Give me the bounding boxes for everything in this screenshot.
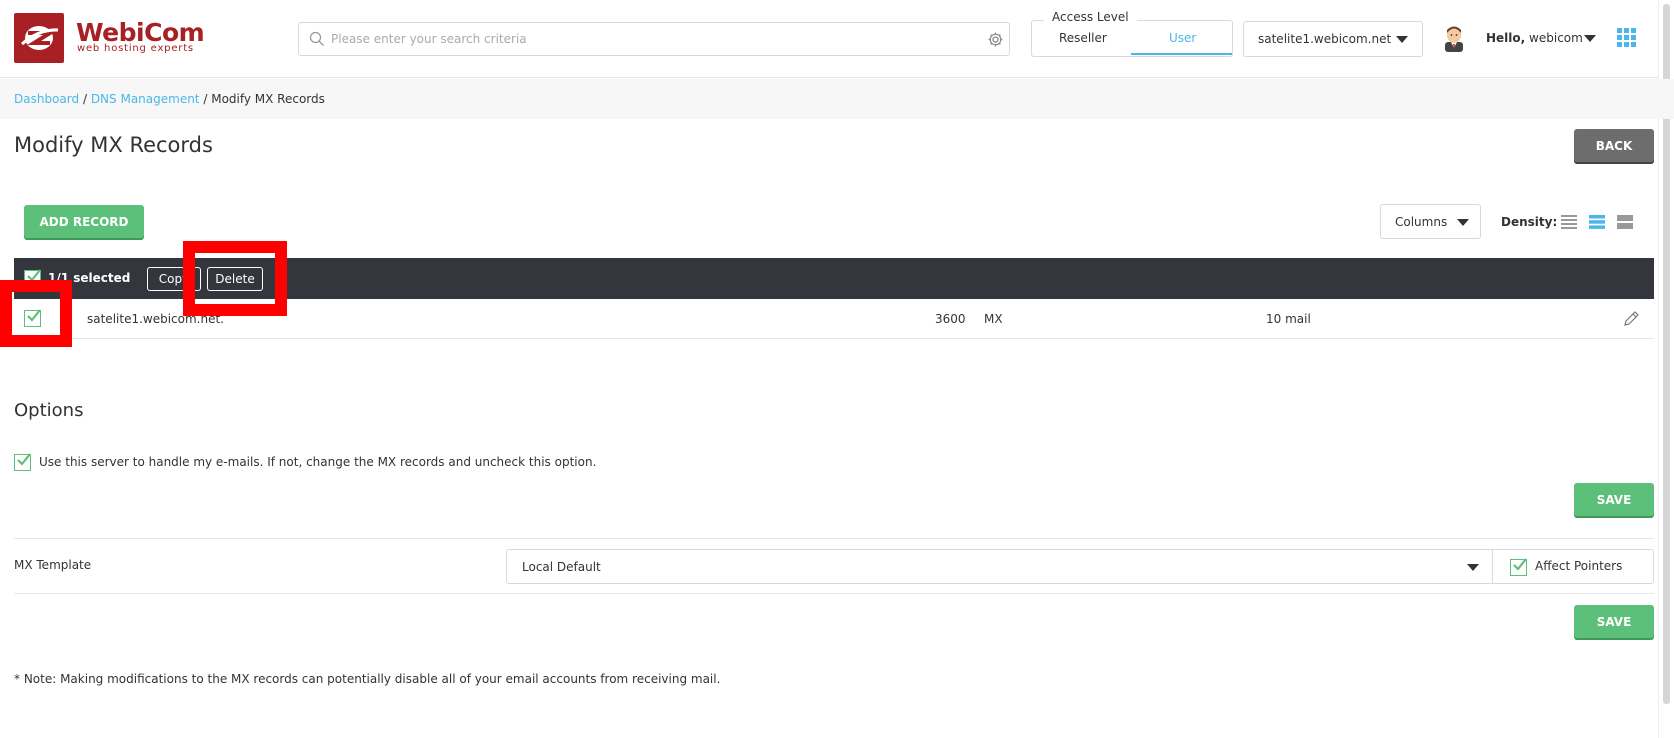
- divider: [14, 593, 1654, 594]
- brand-tagline: web hosting experts: [77, 43, 194, 54]
- breadcrumb-bar: Dashboard / DNS Management / Modify MX R…: [0, 79, 1674, 119]
- mx-template-chevron-down-icon: [1467, 564, 1479, 571]
- access-level-selected-indicator: [1131, 53, 1232, 55]
- affect-pointers-group[interactable]: Affect Pointers: [1492, 549, 1654, 584]
- handle-email-label: Use this server to handle my e-mails. If…: [39, 455, 597, 469]
- mx-template-save-button[interactable]: SAVE: [1574, 605, 1654, 638]
- breadcrumb-dashboard[interactable]: Dashboard: [14, 92, 79, 106]
- server-select[interactable]: satelite1.webicom.net: [1243, 21, 1423, 57]
- server-select-value: satelite1.webicom.net: [1258, 32, 1392, 46]
- breadcrumb: Dashboard / DNS Management / Modify MX R…: [14, 92, 325, 106]
- affect-pointers-label: Affect Pointers: [1535, 559, 1623, 573]
- options-save-button[interactable]: SAVE: [1574, 483, 1654, 516]
- search-input[interactable]: [331, 23, 971, 55]
- user-greeting[interactable]: Hello, webicom: [1486, 31, 1583, 45]
- search-icon: [309, 31, 325, 50]
- mx-warning-note: * Note: Making modifications to the MX r…: [14, 672, 721, 686]
- density-spacious-icon[interactable]: [1617, 215, 1633, 232]
- columns-chevron-down-icon: [1457, 219, 1469, 226]
- columns-dropdown-label: Columns: [1395, 215, 1448, 229]
- record-type: MX: [984, 312, 1003, 326]
- density-label: Density:: [1501, 215, 1558, 229]
- mx-template-select-value: Local Default: [522, 560, 601, 574]
- columns-dropdown[interactable]: Columns: [1380, 204, 1481, 239]
- record-ttl: 3600: [935, 312, 966, 326]
- handle-email-checkbox[interactable]: [14, 453, 31, 471]
- divider: [14, 538, 1654, 539]
- options-title: Options: [14, 400, 84, 421]
- logo-icon[interactable]: [14, 13, 64, 63]
- username: webicom: [1529, 31, 1583, 45]
- record-value: 10 mail: [1266, 312, 1311, 326]
- highlight-row-checkbox: [0, 280, 72, 347]
- affect-pointers-checkbox[interactable]: [1510, 558, 1527, 576]
- page-title: Modify MX Records: [14, 133, 213, 157]
- access-level-user[interactable]: User: [1169, 31, 1196, 45]
- edit-pencil-icon[interactable]: [1622, 310, 1640, 331]
- density-comfortable-icon[interactable]: [1589, 215, 1605, 232]
- chevron-down-icon: [1396, 36, 1408, 43]
- access-level-legend: Access Level: [1044, 10, 1137, 24]
- avatar[interactable]: [1442, 24, 1466, 55]
- mx-template-label: MX Template: [14, 558, 92, 572]
- mx-template-select[interactable]: Local Default: [506, 549, 1493, 584]
- breadcrumb-current: Modify MX Records: [211, 92, 325, 106]
- highlight-delete-button: [183, 241, 287, 316]
- breadcrumb-dns-management[interactable]: DNS Management: [91, 92, 200, 106]
- breadcrumb-separator: /: [203, 92, 208, 106]
- density-compact-icon[interactable]: [1561, 215, 1577, 232]
- search-settings-gear-icon[interactable]: [987, 31, 1004, 51]
- user-menu-chevron-down-icon[interactable]: [1584, 35, 1596, 42]
- back-button[interactable]: BACK: [1574, 129, 1654, 162]
- access-level-reseller[interactable]: Reseller: [1059, 31, 1107, 45]
- breadcrumb-separator: /: [82, 92, 87, 106]
- add-record-button[interactable]: ADD RECORD: [24, 205, 144, 238]
- search-box[interactable]: [298, 22, 1010, 56]
- greeting-label: Hello,: [1486, 31, 1526, 45]
- top-header: WebiCom web hosting experts Access Level…: [0, 0, 1674, 78]
- apps-grid-icon[interactable]: [1617, 28, 1637, 51]
